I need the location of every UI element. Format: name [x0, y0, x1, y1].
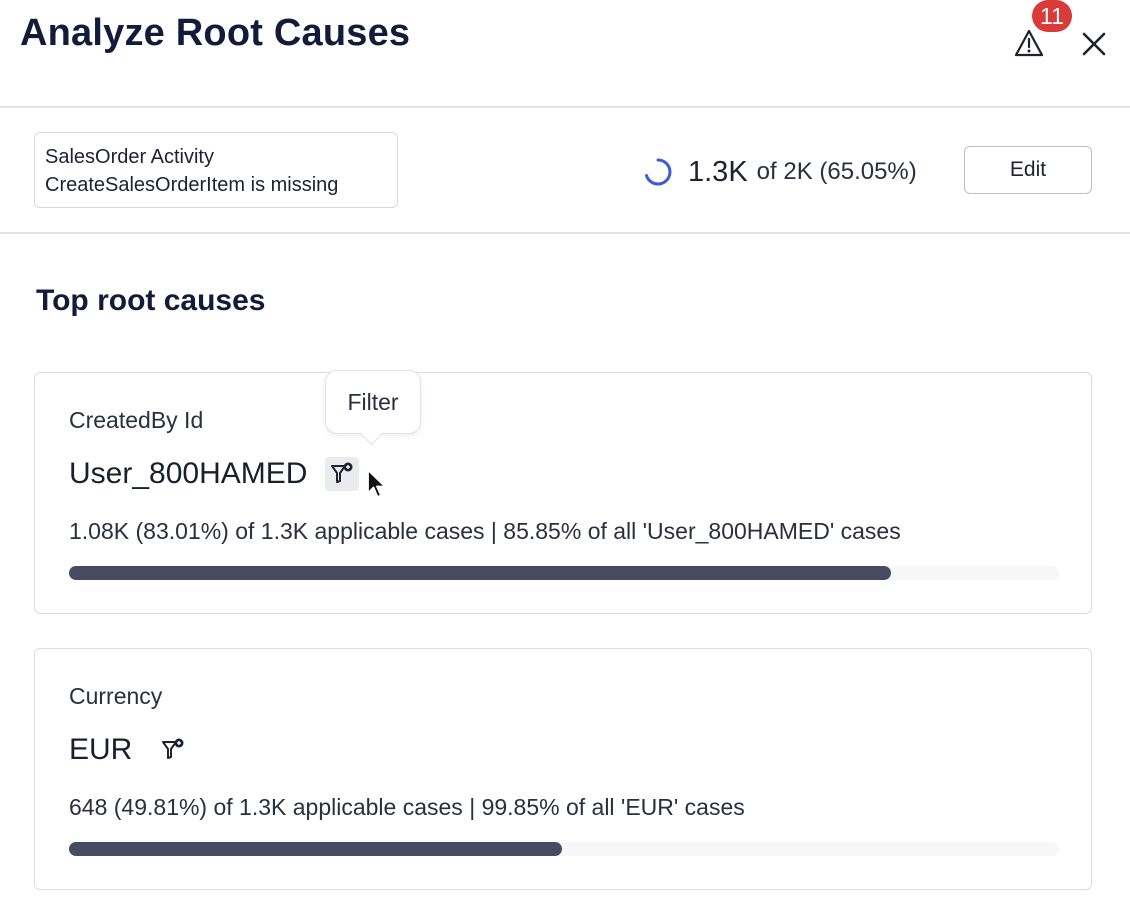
mouse-cursor-icon	[367, 469, 386, 498]
root-cause-label: CreatedBy Id	[69, 407, 204, 433]
warning-triangle-icon	[1014, 29, 1044, 57]
alerts-count-badge: 11	[1032, 0, 1072, 32]
header-divider	[0, 106, 1130, 108]
root-cause-stats: 1.08K (83.01%) of 1.3K applicable cases …	[69, 518, 901, 544]
panel-header: Analyze Root Causes 11	[0, 0, 1130, 106]
root-cause-value-row: EUR	[69, 733, 190, 767]
case-summary: 1.3K of 2K (65.05%)	[642, 150, 917, 194]
case-count: 1.3K	[688, 155, 748, 188]
root-cause-stats: 648 (49.81%) of 1.3K applicable cases | …	[69, 794, 745, 820]
share-bar-track	[69, 566, 1059, 580]
edit-button[interactable]: Edit	[964, 146, 1092, 194]
share-bar-track	[69, 842, 1059, 856]
filter-add-icon	[331, 462, 353, 483]
criteria-line-1: SalesOrder Activity	[45, 146, 214, 168]
filter-tooltip: Filter	[325, 370, 421, 434]
root-cause-value: EUR	[69, 733, 133, 766]
root-cause-card: CreatedBy Id User_800HAMED 1.08K (83.01%…	[34, 372, 1092, 614]
root-cause-card: Currency EUR 648 (49.81%) of 1.3K applic…	[34, 648, 1092, 890]
loading-spinner-icon	[645, 158, 672, 186]
root-cause-label: Currency	[69, 683, 163, 709]
root-cause-value: User_800HAMED	[69, 457, 308, 490]
close-icon	[1082, 32, 1106, 56]
share-bar-fill	[69, 842, 563, 856]
share-bar-fill	[69, 566, 891, 580]
root-cause-value-row: User_800HAMED	[69, 457, 360, 491]
filter-button[interactable]	[156, 733, 190, 767]
panel-title: Analyze Root Causes	[20, 12, 411, 54]
summary-divider	[0, 232, 1130, 234]
criteria-line-2: CreateSalesOrderItem is missing	[45, 174, 339, 196]
filter-add-icon	[162, 738, 184, 759]
filter-button[interactable]	[325, 457, 360, 491]
section-title: Top root causes	[36, 284, 266, 317]
close-button[interactable]	[1076, 26, 1112, 62]
criteria-box: SalesOrder Activity CreateSalesOrderItem…	[34, 132, 398, 208]
case-total: of 2K (65.05%)	[756, 158, 917, 185]
analyze-root-causes-panel: Analyze Root Causes 11 SalesOrder Activi…	[0, 0, 1130, 908]
